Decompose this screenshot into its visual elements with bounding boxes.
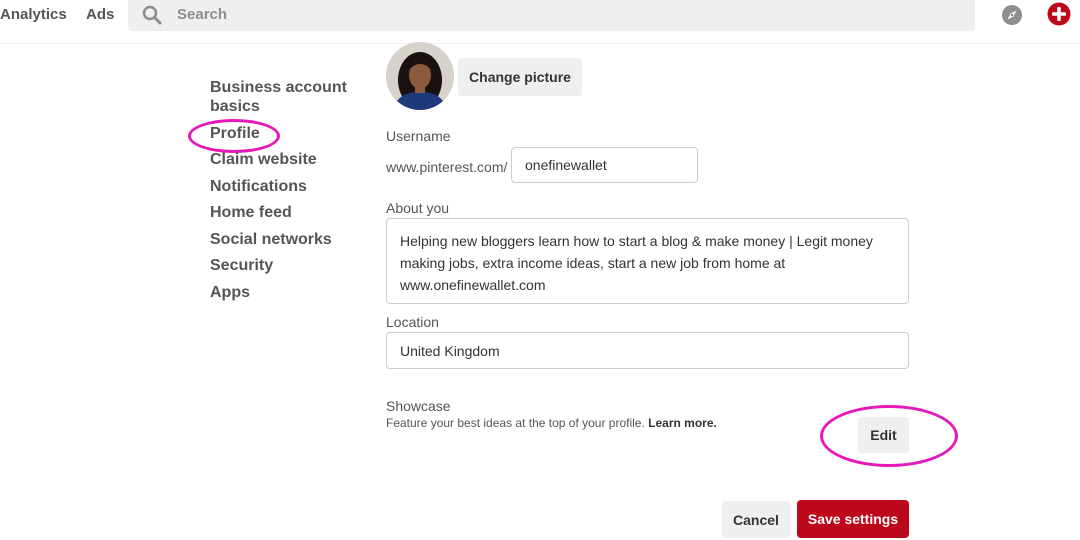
- username-label: Username: [386, 128, 451, 144]
- showcase-description-text: Feature your best ideas at the top of yo…: [386, 416, 645, 430]
- url-prefix: www.pinterest.com/: [386, 159, 508, 175]
- about-input[interactable]: Helping new bloggers learn how to start …: [386, 218, 909, 304]
- search-bar[interactable]: Search: [128, 0, 975, 31]
- sidebar-item-notifications[interactable]: Notifications: [210, 177, 307, 196]
- top-bar: Analytics Ads Search: [0, 0, 1080, 44]
- learn-more-link[interactable]: Learn more.: [648, 416, 717, 430]
- location-label: Location: [386, 314, 439, 330]
- location-input[interactable]: [386, 332, 909, 369]
- sidebar-item-claim-website[interactable]: Claim website: [210, 150, 317, 169]
- about-label: About you: [386, 200, 450, 216]
- change-picture-button[interactable]: Change picture: [458, 58, 582, 96]
- plus-icon[interactable]: [1047, 2, 1071, 26]
- save-settings-button[interactable]: Save settings: [797, 500, 909, 538]
- sidebar-item-security[interactable]: Security: [210, 256, 273, 275]
- username-input[interactable]: [511, 147, 698, 183]
- showcase-description: Feature your best ideas at the top of yo…: [386, 416, 717, 430]
- cancel-button[interactable]: Cancel: [722, 501, 790, 538]
- search-placeholder[interactable]: Search: [177, 6, 227, 23]
- avatar-photo: [386, 42, 454, 110]
- sidebar-item-business-account-basics[interactable]: Business account basics: [210, 78, 360, 116]
- sidebar-item-home-feed[interactable]: Home feed: [210, 203, 292, 222]
- avatar: [386, 42, 454, 110]
- compass-icon[interactable]: [1001, 4, 1023, 26]
- nav-analytics-link[interactable]: Analytics: [0, 6, 67, 23]
- sidebar-item-apps[interactable]: Apps: [210, 283, 250, 302]
- showcase-edit-button[interactable]: Edit: [858, 417, 909, 453]
- showcase-label: Showcase: [386, 398, 451, 414]
- sidebar-item-social-networks[interactable]: Social networks: [210, 230, 332, 249]
- sidebar-item-profile[interactable]: Profile: [210, 124, 260, 143]
- search-icon: [142, 5, 162, 25]
- nav-ads-link[interactable]: Ads: [86, 6, 114, 23]
